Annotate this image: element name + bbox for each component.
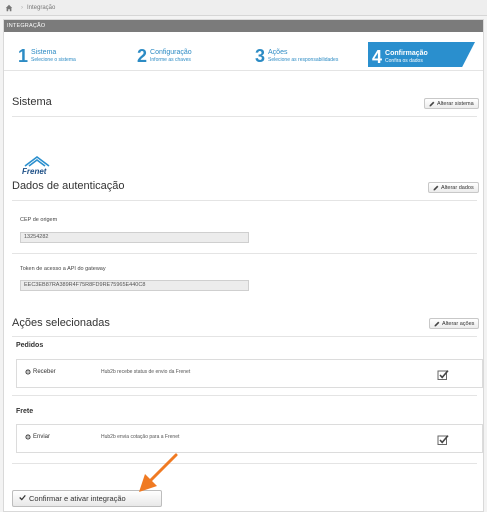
wizard-step-acoes[interactable]: 3 Ações Selecione as responsabilidades [255, 41, 338, 71]
home-icon[interactable] [4, 3, 14, 13]
cep-label: CEP de origem [20, 217, 58, 223]
cep-field[interactable]: 13254282 [20, 232, 249, 243]
action-label: Enviar [33, 434, 51, 440]
token-label: Token de acesso a API do gateway [20, 266, 106, 272]
checked-checkbox-icon[interactable] [437, 433, 449, 445]
panel-header: INTEGRAÇÃO [4, 20, 483, 32]
group-title-pedidos: Pedidos [16, 342, 44, 349]
change-system-button[interactable]: Alterar sistema [424, 98, 479, 109]
action-row-receber: Receber Hub2b recebe status de envio da … [16, 359, 483, 388]
gear-icon [25, 369, 31, 375]
divider [12, 116, 477, 117]
step-subtitle: Selecione as responsabilidades [268, 57, 339, 63]
change-system-label: Alterar sistema [437, 100, 474, 107]
annotation-arrow-icon [139, 453, 178, 492]
step-subtitle: Informe as chaves [150, 57, 191, 63]
pencil-icon [434, 321, 440, 327]
breadcrumb-current: Integração [27, 4, 56, 11]
step-title: Configuração [150, 49, 192, 56]
step-title: Confirmação [385, 50, 428, 57]
step-subtitle: Confira os dados [385, 58, 423, 64]
step-title: Ações [268, 49, 288, 56]
step-number: 3 [255, 46, 266, 66]
action-description: Hub2b envia cotação para a Frenet [101, 434, 180, 440]
section-title-auth: Dados de autenticação [12, 180, 125, 192]
divider [12, 463, 477, 464]
divider [12, 336, 477, 337]
breadcrumb: › Integração [0, 0, 487, 16]
change-actions-label: Alterar ações [442, 320, 475, 327]
wizard-step-confirmacao[interactable]: 4 Confirmação Confira os dados [368, 42, 475, 67]
action-label: Receber [33, 369, 56, 375]
integration-panel: INTEGRAÇÃO 1 Sistema Selecione o sistema… [3, 19, 484, 512]
pencil-icon [433, 185, 439, 191]
divider [12, 395, 477, 396]
token-field[interactable]: EEC3EB87RA389R4F75R8FD9RE75965E440C8 [20, 280, 249, 291]
divider [12, 253, 477, 254]
step-number: 2 [137, 46, 148, 66]
gear-icon [25, 434, 31, 440]
change-actions-button[interactable]: Alterar ações [429, 318, 480, 329]
wizard-step-sistema[interactable]: 1 Sistema Selecione o sistema [18, 41, 76, 71]
section-title-sistema: Sistema [12, 96, 52, 108]
wizard-steps: 1 Sistema Selecione o sistema 2 Configur… [4, 41, 483, 71]
change-data-label: Alterar dados [441, 184, 474, 191]
step-number: 1 [18, 46, 29, 66]
step-title: Sistema [31, 49, 57, 56]
confirm-label: Confirmar e ativar integração [29, 494, 126, 503]
step-number: 4 [372, 47, 383, 67]
change-data-button[interactable]: Alterar dados [428, 182, 479, 193]
action-description: Hub2b recebe status de envio da Frenet [101, 369, 191, 375]
wizard-step-configuracao[interactable]: 2 Configuração Informe as chaves [137, 41, 192, 71]
divider [12, 200, 477, 201]
group-title-frete: Frete [16, 408, 34, 415]
checked-checkbox-icon[interactable] [437, 368, 449, 380]
step-subtitle: Selecione o sistema [31, 57, 76, 63]
action-row-enviar: Enviar Hub2b envia cotação para a Frenet [16, 424, 483, 453]
frenet-logo: Frenet [22, 154, 56, 176]
breadcrumb-separator: › [21, 4, 23, 11]
check-icon [19, 494, 26, 503]
section-title-acoes: Ações selecionadas [12, 317, 110, 329]
pencil-icon [429, 101, 435, 107]
